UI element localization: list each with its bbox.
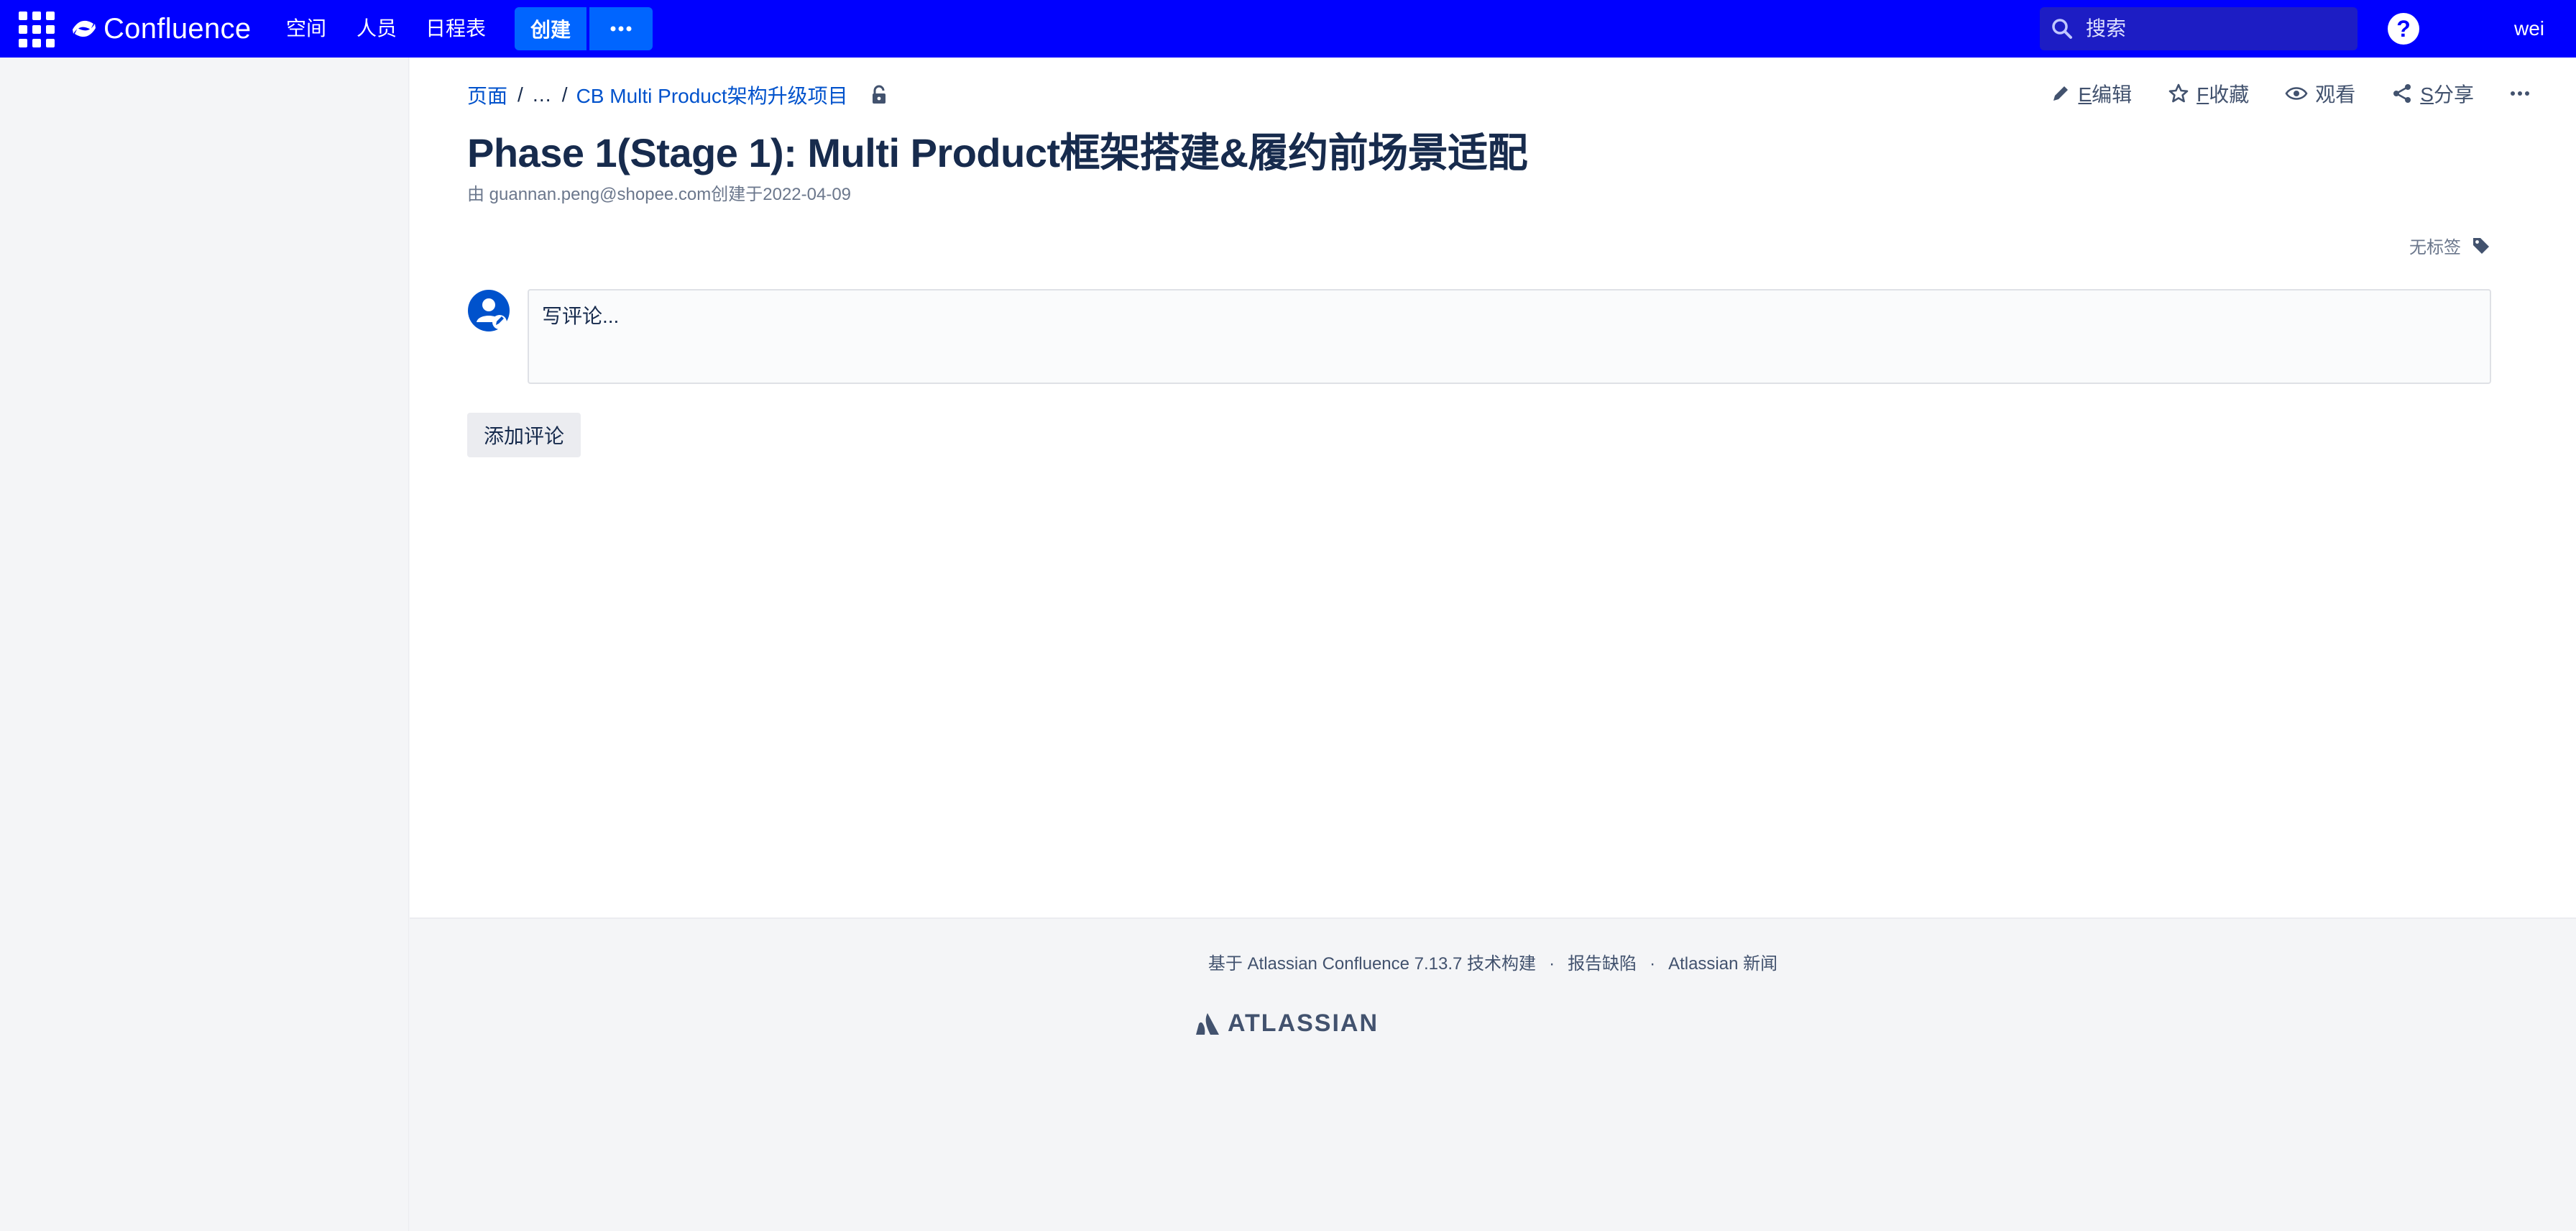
breadcrumb: 页面 / … / CB Multi Product架构升级项目 — [467, 79, 888, 111]
page-byline: 由 guannan.peng@shopee.com创建于2022-04-09 — [467, 185, 852, 204]
unlock-icon[interactable] — [870, 85, 888, 105]
more-icon — [610, 26, 632, 32]
search-icon — [2052, 19, 2072, 39]
nav-calendars[interactable]: 日程表 — [426, 14, 486, 43]
atlassian-icon — [1196, 1012, 1219, 1035]
app-name: Confluence — [104, 12, 252, 45]
help-icon[interactable]: ? — [2388, 13, 2419, 45]
share-icon — [2393, 84, 2411, 103]
footer-separator: · — [1549, 954, 1555, 974]
breadcrumb-separator: / — [518, 83, 523, 106]
footer: 基于 Atlassian Confluence 7.13.7 技术构建 · 报告缺陷… — [410, 920, 2576, 1231]
labels-text: 无标签 — [2409, 238, 2461, 257]
comment-input[interactable]: 写评论... — [528, 289, 2491, 384]
favorite-label: 收藏 — [2209, 83, 2250, 106]
pencil-icon — [2053, 86, 2069, 101]
sidebar — [0, 58, 409, 1231]
more-icon — [2511, 91, 2529, 96]
breadcrumb-collapsed[interactable]: … — [532, 83, 552, 106]
edit-label: 编辑 — [2092, 83, 2133, 106]
confluence-icon — [73, 20, 96, 37]
footer-separator: · — [1650, 954, 1656, 974]
breadcrumb-separator: / — [561, 83, 568, 106]
add-comment-button[interactable]: 添加评论 — [467, 413, 581, 457]
labels-area[interactable]: 无标签 — [2409, 233, 2491, 258]
breadcrumb-pages[interactable]: 页面 — [467, 81, 507, 109]
user-menu[interactable]: wei — [2514, 14, 2576, 43]
watch-button[interactable]: 观看 — [2285, 79, 2355, 108]
top-navigation-bar: Confluence 空间 人员 日程表 创建 ? wei — [0, 0, 2576, 58]
favorite-shortcut-key: F — [2196, 83, 2209, 106]
edit-shortcut-key: E — [2078, 83, 2092, 106]
nav-people[interactable]: 人员 — [356, 14, 397, 43]
atlassian-news-link[interactable]: Atlassian 新闻 — [1668, 954, 1777, 974]
footer-links: 基于 Atlassian Confluence 7.13.7 技术构建 · 报告缺陷… — [410, 949, 2576, 974]
share-label: 分享 — [2433, 83, 2474, 106]
avatar — [467, 289, 510, 332]
favorite-button[interactable]: F收藏 — [2168, 79, 2249, 108]
report-bug-link[interactable]: 报告缺陷 — [1568, 954, 1637, 974]
nav-spaces[interactable]: 空间 — [286, 14, 326, 43]
search-box[interactable] — [2040, 7, 2358, 50]
atlassian-logo[interactable]: ATLASSIAN — [1196, 1010, 1379, 1038]
page-actions: E编辑 F收藏 观看 S分享 — [2051, 78, 2530, 109]
more-actions-button[interactable] — [2510, 91, 2530, 96]
powered-by-link[interactable]: 基于 Atlassian Confluence 7.13.7 技术构建 — [1208, 954, 1536, 974]
app-switcher-icon[interactable] — [19, 12, 55, 47]
search-input[interactable] — [2084, 17, 2343, 41]
breadcrumb-parent-page[interactable]: CB Multi Product架构升级项目 — [576, 81, 848, 109]
share-button[interactable]: S分享 — [2391, 79, 2474, 108]
tag-icon[interactable] — [2471, 236, 2491, 256]
create-more-button[interactable] — [589, 7, 653, 50]
main-content: 页面 / … / CB Multi Product架构升级项目 E编辑 F收藏 — [410, 58, 2576, 919]
edit-button[interactable]: E编辑 — [2051, 79, 2132, 108]
create-button[interactable]: 创建 — [515, 7, 586, 50]
share-shortcut-key: S — [2420, 83, 2434, 106]
confluence-logo[interactable]: Confluence — [72, 12, 251, 46]
atlassian-wordmark: ATLASSIAN — [1228, 1010, 1379, 1037]
watch-label: 观看 — [2315, 83, 2356, 106]
star-icon — [2168, 83, 2189, 103]
page-title: Phase 1(Stage 1): Multi Product框架搭建&履约前场… — [467, 130, 1528, 175]
eye-icon — [2285, 87, 2308, 100]
